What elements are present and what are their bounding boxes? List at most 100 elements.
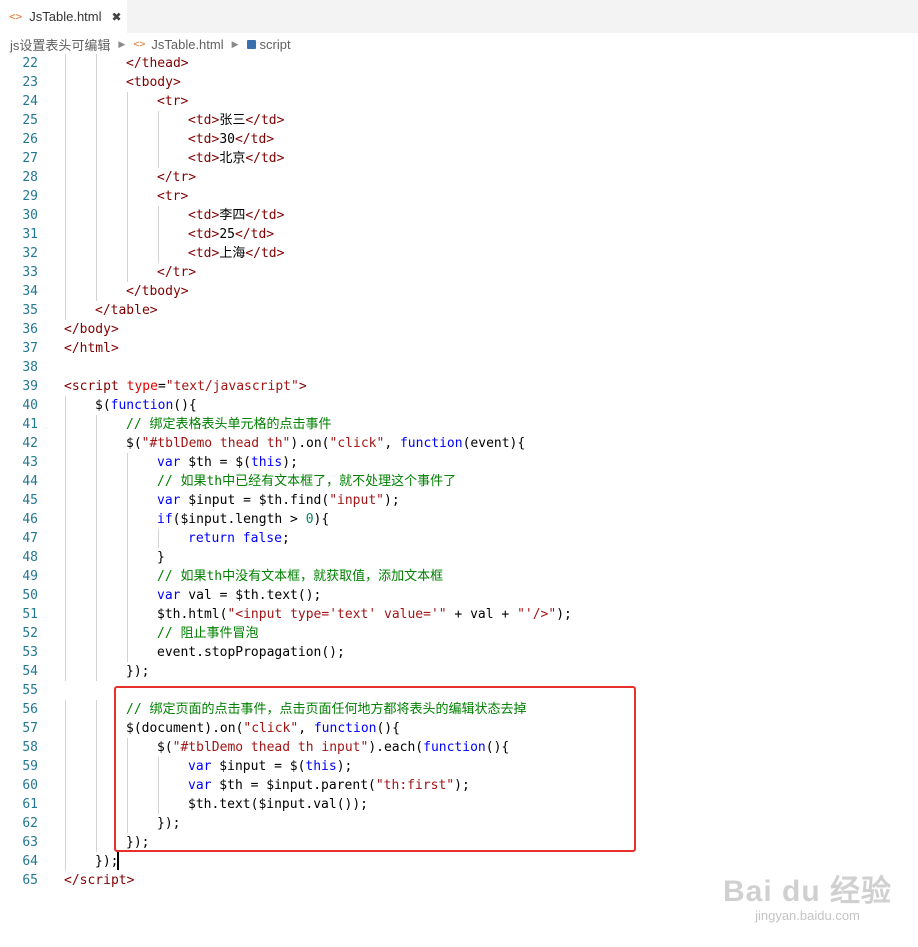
indent-guide [65,206,66,225]
indent-guide [65,187,66,206]
line-number: 44 [22,474,38,489]
code-line[interactable]: 33 </tr> [0,263,918,282]
indent-guide [127,187,128,206]
code-text: var $th = $(this); [157,453,298,472]
code-text: if($input.length > 0){ [157,510,329,529]
indent-guide [127,225,128,244]
code-token: }); [95,854,119,869]
code-line[interactable]: 48} [0,548,918,567]
code-line[interactable]: 30 <td>李四</td> [0,206,918,225]
code-token: var [157,588,181,603]
indent-guide [158,130,159,149]
code-line[interactable]: 32 <td>上海</td> [0,244,918,263]
code-token: return [188,531,235,546]
code-token: </html> [64,341,119,356]
code-token: ($input.length > [172,512,306,527]
code-token: ){ [313,512,330,527]
watermark-logo: Bai du 经验 [722,875,892,908]
indent-guide [127,111,128,130]
line-number: 62 [22,816,38,831]
indent-guide [127,491,128,510]
code-token: (){ [173,398,197,413]
code-line[interactable]: 35 </table> [0,301,918,320]
code-token: (event){ [462,436,526,451]
indent-guide [96,605,97,624]
code-line[interactable]: 39 <script type="text/javascript"> [0,377,918,396]
close-icon[interactable]: ✖ [112,10,122,24]
code-token: <td> [188,227,220,242]
code-token: // 阻止事件冒泡 [157,626,259,641]
code-token: type [126,379,158,394]
indent-guide [158,225,159,244]
code-line[interactable]: 28 </tr> [0,168,918,187]
breadcrumb-folder[interactable]: js设置表头可编辑 [10,35,110,54]
code-token: </td> [245,113,285,128]
code-line[interactable]: 45 var $input = $th.find("input"); [0,491,918,510]
indent-guide [96,415,97,434]
code-token: var [157,455,181,470]
code-line[interactable]: 47 return false; [0,529,918,548]
indent-guide [65,548,66,567]
code-token: </td> [245,246,285,261]
indent-guide [65,301,66,320]
code-line[interactable]: 44 // 如果th中已经有文本框了，就不处理这个事件了 [0,472,918,491]
cube-icon [246,39,256,49]
code-line[interactable]: 40 $(function(){ [0,396,918,415]
indent-guide [65,643,66,662]
code-text: } [157,548,165,567]
line-number: 27 [22,151,38,166]
indent-guide [65,54,66,73]
code-line[interactable]: 34 </tbody> [0,282,918,301]
code-line[interactable]: 24 <tr> [0,92,918,111]
code-token: </td> [245,151,285,166]
indent-guide [127,510,128,529]
code-line[interactable]: 54}); [0,662,918,681]
indent-guide [158,206,159,225]
code-line[interactable]: 37 </html> [0,339,918,358]
indent-guide [65,586,66,605]
code-line[interactable]: 31 <td>25</td> [0,225,918,244]
breadcrumb-file[interactable]: JsTable.html [151,37,223,52]
code-line[interactable]: 41 // 绑定表格表头单元格的点击事件 [0,415,918,434]
code-line[interactable]: 46 if($input.length > 0){ [0,510,918,529]
watermark: Bai du 经验 jingyan.baidu.com [723,866,892,923]
code-line[interactable]: 53 event.stopPropagation(); [0,643,918,662]
editor-tab[interactable]: <> JsTable.html ✖ [0,0,127,33]
code-token: <td> [188,246,220,261]
line-number: 36 [22,322,38,337]
indent-guide [127,529,128,548]
breadcrumb-symbol[interactable]: script [260,37,291,52]
code-line[interactable]: 42 $("#tblDemo thead th").on("click", fun… [0,434,918,453]
code-text: <td>张三</td> [188,111,284,130]
code-line[interactable]: 29 <tr> [0,187,918,206]
code-token: "click" [329,436,385,451]
indent-guide [158,149,159,168]
code-token: }); [126,664,150,679]
code-line[interactable]: 23 <tbody> [0,73,918,92]
indent-guide [65,795,66,814]
code-line[interactable]: 38 [0,358,918,377]
code-line[interactable]: 49 // 如果th中没有文本框，就获取值，添加文本框 [0,567,918,586]
chevron-right-icon: ▶ [118,38,126,49]
indent-guide [96,567,97,586]
code-line[interactable]: 43 var $th = $(this); [0,453,918,472]
code-line[interactable]: 25 <td>张三</td> [0,111,918,130]
code-line[interactable]: 36 </body> [0,320,918,339]
code-line[interactable]: 26 <td>30</td> [0,130,918,149]
code-line[interactable]: 51 $th.html("<input type='text' value='" … [0,605,918,624]
code-line[interactable]: 52 // 阻止事件冒泡 [0,624,918,643]
code-line[interactable]: 27 <td>北京</td> [0,149,918,168]
indent-guide [65,814,66,833]
code-token: </tr> [157,170,197,185]
indent-guide [65,168,66,187]
code-line[interactable]: 22 </thead> [0,54,918,73]
code-text: <td>25</td> [188,225,274,244]
indent-guide [65,852,66,871]
line-number: 33 [22,265,38,280]
code-token: = [157,379,166,394]
indent-guide [96,833,97,852]
code-token: <script [64,379,127,394]
code-token: if [157,512,173,527]
line-number: 32 [22,246,38,261]
code-line[interactable]: 50 var val = $th.text(); [0,586,918,605]
